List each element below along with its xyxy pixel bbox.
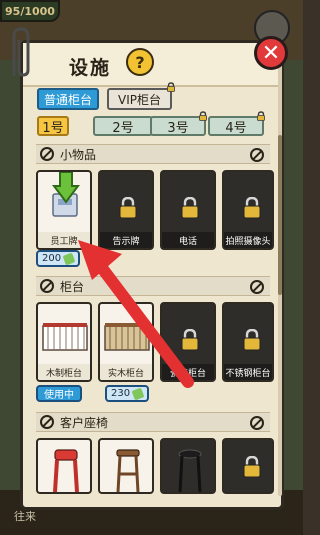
green-down-arrow-icon xyxy=(52,172,80,204)
lock-icon xyxy=(181,197,199,219)
lock-icon xyxy=(257,111,265,121)
scrollbar-thumb[interactable] xyxy=(278,135,282,295)
wood-stool-icon xyxy=(116,449,140,492)
item-card-wood-stool[interactable] xyxy=(98,438,154,494)
tab-vip-counter[interactable]: VIP柜台 xyxy=(107,88,172,110)
red-stool-icon xyxy=(53,449,79,492)
item-card-red-stool[interactable] xyxy=(36,438,92,494)
paperclip-icon xyxy=(12,27,30,77)
lock-icon xyxy=(199,111,207,121)
lock-icon xyxy=(243,197,261,219)
collapse-icon xyxy=(250,416,264,430)
help-button[interactable]: ? xyxy=(126,48,154,76)
item-card-black-stool[interactable] xyxy=(160,438,216,494)
price-value: 200 xyxy=(42,253,62,264)
bottom-bar-label: 往来 xyxy=(14,510,36,523)
section-header-small-items[interactable]: 小物品 xyxy=(36,144,270,164)
close-button[interactable]: ✕ xyxy=(254,36,288,70)
lock-icon xyxy=(167,82,175,92)
tab-slot-2[interactable]: 2号 xyxy=(93,116,153,136)
item-label: 不锈钢柜台 xyxy=(224,364,272,380)
tab-slot-1[interactable]: 1号 xyxy=(37,116,69,136)
tab-normal-counter[interactable]: 普通柜台 xyxy=(37,88,99,110)
item-card-locked-seat[interactable] xyxy=(222,438,274,494)
collapse-toggle-icon xyxy=(40,279,54,293)
collapse-toggle-icon xyxy=(40,415,54,429)
black-stool-icon xyxy=(178,449,202,492)
money-counter-badge: 95/1000 xyxy=(0,0,60,22)
section-title: 客户座椅 xyxy=(60,415,109,430)
section-title: 小物品 xyxy=(60,147,97,162)
panel-title: 设施 xyxy=(69,57,112,79)
collapse-icon xyxy=(250,148,264,162)
lock-icon xyxy=(119,197,137,219)
lock-icon xyxy=(243,329,261,351)
item-label: 拍照摄像头 xyxy=(224,232,272,248)
tutorial-arrow-icon xyxy=(78,240,194,388)
item-card-steel-counter[interactable]: 不锈钢柜台 xyxy=(222,302,274,382)
lock-icon xyxy=(243,456,261,478)
collapse-toggle-icon xyxy=(40,147,54,161)
section-header-customer-seats[interactable]: 客户座椅 xyxy=(36,412,270,432)
item-card-camera[interactable]: 拍照摄像头 xyxy=(222,170,274,250)
collapse-icon xyxy=(250,280,264,294)
